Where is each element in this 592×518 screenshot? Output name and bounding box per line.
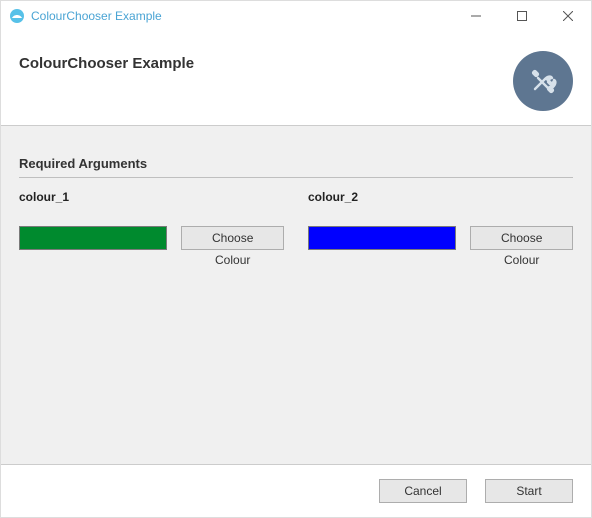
page-title: ColourChooser Example [19, 51, 513, 72]
footer: Cancel Start [1, 464, 591, 517]
colour-picker-row: Choose Colour [19, 226, 284, 250]
cancel-button[interactable]: Cancel [379, 479, 467, 503]
argument-colour-1: colour_1 Choose Colour [19, 190, 284, 250]
choose-colour-button-2[interactable]: Choose Colour [470, 226, 573, 250]
app-icon [9, 8, 25, 24]
choose-colour-button-1[interactable]: Choose Colour [181, 226, 284, 250]
titlebar: ColourChooser Example [1, 1, 591, 31]
colour-swatch-1 [19, 226, 167, 250]
tools-icon [513, 51, 573, 111]
argument-label: colour_2 [308, 190, 573, 204]
colour-swatch-2 [308, 226, 456, 250]
colour-picker-row: Choose Colour [308, 226, 573, 250]
arguments-row: colour_1 Choose Colour colour_2 Choose C… [19, 190, 573, 250]
window-controls [453, 1, 591, 31]
window-title: ColourChooser Example [31, 9, 453, 23]
maximize-button[interactable] [499, 1, 545, 31]
content-area: Required Arguments colour_1 Choose Colou… [1, 126, 591, 464]
argument-colour-2: colour_2 Choose Colour [308, 190, 573, 250]
minimize-button[interactable] [453, 1, 499, 31]
header: ColourChooser Example [1, 31, 591, 125]
section-title: Required Arguments [19, 156, 573, 178]
start-button[interactable]: Start [485, 479, 573, 503]
close-button[interactable] [545, 1, 591, 31]
argument-label: colour_1 [19, 190, 284, 204]
